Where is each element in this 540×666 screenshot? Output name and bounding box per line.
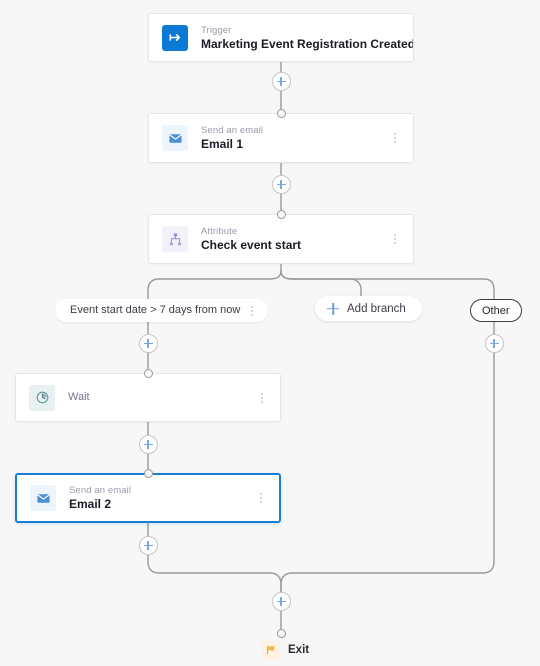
kebab-dot bbox=[261, 400, 263, 403]
node-trigger-kind: Trigger bbox=[201, 24, 232, 36]
node-exit[interactable]: Exit bbox=[262, 641, 309, 659]
connector-dot-email-2-input bbox=[143, 468, 153, 478]
plus-icon bbox=[327, 303, 339, 315]
node-email-2-menu-button[interactable] bbox=[253, 487, 269, 509]
node-wait-text: Wait bbox=[68, 390, 254, 405]
node-exit-label: Exit bbox=[288, 644, 310, 656]
flag-glyph bbox=[266, 645, 275, 655]
node-email-2[interactable]: Send an email Email 2 bbox=[15, 473, 281, 523]
add-step-after-email-1[interactable] bbox=[271, 175, 291, 194]
workflow-connectors bbox=[147, 61, 495, 633]
envelope-icon bbox=[162, 125, 188, 151]
kebab-dot bbox=[260, 493, 262, 495]
add-step-after-condition-branch[interactable] bbox=[138, 334, 158, 353]
kebab-dot bbox=[251, 313, 254, 316]
node-wait-menu-button[interactable] bbox=[254, 387, 270, 409]
node-email-2-title: Email 2 bbox=[69, 497, 112, 511]
node-trigger[interactable]: Trigger Marketing Event Registration Cre… bbox=[148, 13, 414, 62]
add-branch-button[interactable]: Add branch bbox=[315, 296, 422, 321]
clock-glyph bbox=[36, 391, 48, 404]
add-step-after-trigger[interactable] bbox=[271, 72, 291, 91]
connector-dot-email-1-input bbox=[276, 108, 286, 118]
kebab-dot bbox=[394, 133, 396, 135]
add-step-after-other-branch[interactable] bbox=[484, 334, 504, 353]
add-step-after-wait[interactable] bbox=[138, 435, 158, 454]
trigger-arrow-icon bbox=[162, 24, 188, 51]
add-branch-label: Add branch bbox=[347, 302, 406, 315]
kebab-dot bbox=[251, 305, 254, 308]
kebab-dot bbox=[260, 497, 262, 499]
node-email-1-title: Email 1 bbox=[201, 137, 244, 151]
envelope-glyph bbox=[168, 133, 182, 143]
node-email-2-text: Send an email Email 2 bbox=[69, 484, 253, 512]
node-wait-title: Wait bbox=[68, 391, 90, 403]
node-attribute-kind: Attribute bbox=[201, 226, 238, 237]
node-email-1-text: Send an email Email 1 bbox=[201, 124, 387, 152]
node-attribute-menu-button[interactable] bbox=[387, 228, 403, 250]
node-email-1[interactable]: Send an email Email 1 bbox=[148, 113, 414, 163]
flag-icon bbox=[262, 641, 280, 659]
add-step-before-exit[interactable] bbox=[271, 592, 291, 611]
kebab-dot bbox=[394, 141, 396, 143]
branch-other-label: Other bbox=[482, 304, 510, 317]
envelope-glyph bbox=[36, 493, 50, 503]
branch-other-pill[interactable]: Other bbox=[470, 299, 522, 322]
connector-dot-attribute-input bbox=[276, 209, 286, 219]
kebab-dot bbox=[260, 501, 262, 503]
hierarchy-glyph bbox=[169, 233, 181, 245]
hierarchy-icon bbox=[162, 226, 188, 252]
workflow-canvas[interactable]: Trigger Marketing Event Registration Cre… bbox=[0, 0, 540, 666]
kebab-dot bbox=[394, 238, 396, 240]
node-email-1-kind: Send an email bbox=[201, 125, 264, 136]
envelope-icon bbox=[30, 485, 56, 511]
trigger-arrow-glyph bbox=[169, 34, 180, 41]
kebab-dot bbox=[394, 234, 396, 236]
kebab-dot bbox=[394, 137, 396, 139]
kebab-dot bbox=[251, 309, 254, 312]
node-trigger-text: Trigger Marketing Event Registration Cre… bbox=[201, 24, 413, 52]
node-trigger-title: Marketing Event Registration Created bbox=[201, 36, 413, 51]
node-wait[interactable]: Wait bbox=[15, 373, 281, 422]
node-attribute-title: Check event start bbox=[201, 238, 302, 252]
connector-dot-wait-input bbox=[143, 368, 153, 378]
branch-condition-label: Event start date > 7 days from now bbox=[70, 304, 241, 316]
add-step-after-email-2[interactable] bbox=[138, 536, 158, 555]
node-email-1-menu-button[interactable] bbox=[387, 127, 403, 149]
kebab-dot bbox=[261, 392, 263, 395]
node-attribute-text: Attribute Check event start bbox=[201, 225, 387, 253]
branch-condition-menu-button[interactable] bbox=[244, 302, 260, 320]
branch-condition-pill[interactable]: Event start date > 7 days from now bbox=[55, 299, 269, 322]
node-attribute[interactable]: Attribute Check event start bbox=[148, 214, 414, 264]
node-email-2-kind: Send an email bbox=[69, 485, 132, 496]
connector-dot-exit-input bbox=[276, 628, 286, 638]
kebab-dot bbox=[261, 396, 263, 399]
clock-icon bbox=[29, 384, 55, 411]
kebab-dot bbox=[394, 242, 396, 244]
